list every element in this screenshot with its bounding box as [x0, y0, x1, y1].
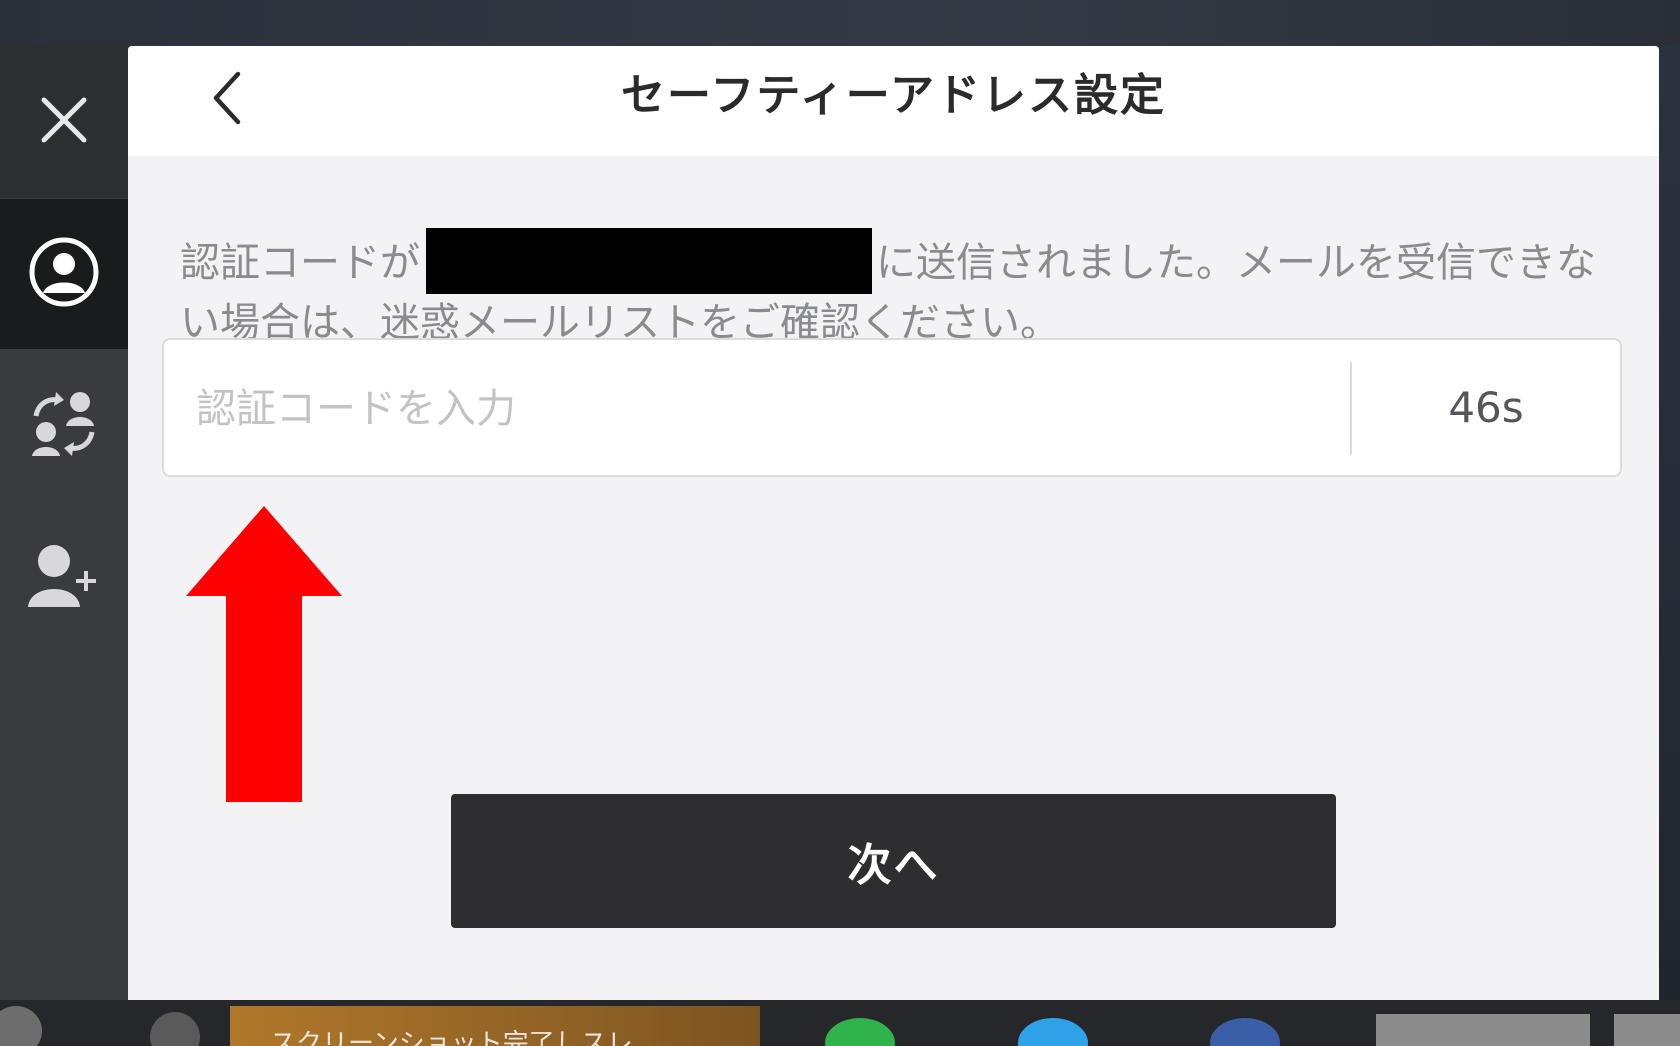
- back-button[interactable]: [198, 70, 258, 130]
- verification-code-box: 46s: [162, 338, 1622, 477]
- switch-users-icon: [26, 386, 102, 466]
- verification-code-input[interactable]: [194, 340, 1338, 477]
- resend-countdown: 46s: [1448, 383, 1524, 432]
- sidebar-item-profile[interactable]: [0, 199, 128, 349]
- background-taskbar: スクリーンショット完了しスレ: [0, 1000, 1680, 1046]
- verification-info-text: 認証コードが に送信されました。メールを受信できない場合は、迷惑メールリストをご確…: [180, 228, 1620, 352]
- facebook-icon: [1210, 1018, 1280, 1046]
- taskbar-button: [1376, 1014, 1590, 1046]
- window-top-strip: [0, 0, 1680, 46]
- user-circle-icon: [28, 236, 100, 312]
- next-button[interactable]: 次へ: [451, 794, 1336, 928]
- red-arrow-annotation: [184, 506, 344, 806]
- globe-icon: [0, 1006, 42, 1046]
- screenshot-banner: スクリーンショット完了しスレ: [230, 1006, 760, 1046]
- close-button[interactable]: [0, 46, 128, 198]
- redacted-email: [426, 228, 872, 294]
- close-icon: [38, 94, 90, 150]
- safety-address-panel: セーフティーアドレス設定 認証コードが に送信されました。メールを受信できない場合…: [128, 46, 1659, 1000]
- chevron-left-icon: [208, 70, 248, 130]
- panel-header: セーフティーアドレス設定: [128, 46, 1659, 156]
- page-title: セーフティーアドレス設定: [621, 70, 1166, 121]
- person-icon: [150, 1012, 200, 1046]
- sidebar-item-add-user[interactable]: [0, 503, 128, 653]
- taskbar-button: [1614, 1014, 1680, 1046]
- twitter-icon: [1018, 1018, 1088, 1046]
- sidebar-item-switch-account[interactable]: [0, 351, 128, 501]
- info-text-before: 認証コードが: [180, 240, 420, 286]
- add-user-icon: [26, 541, 102, 615]
- line-app-icon: [825, 1018, 895, 1046]
- sidebar: [0, 46, 128, 1000]
